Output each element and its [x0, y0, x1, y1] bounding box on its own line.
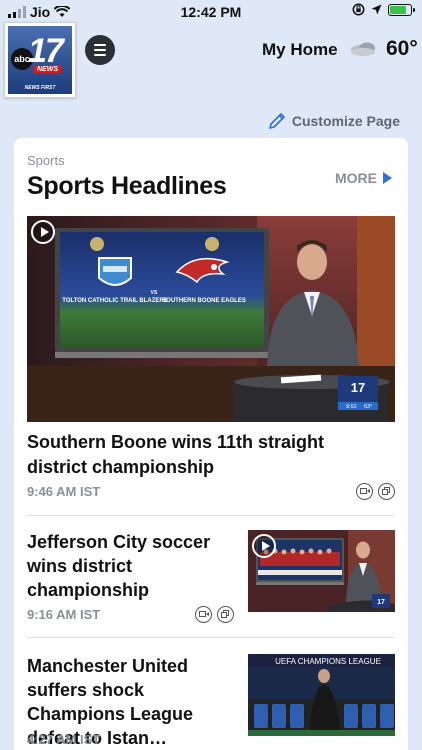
battery-icon	[388, 3, 415, 16]
orientation-lock-icon	[352, 3, 365, 16]
status-right	[352, 3, 415, 16]
team-left-label: TOLTON CATHOLIC TRAIL BLAZERS	[62, 298, 167, 304]
logo-art: abc 17 NEWS NEWS FIRST	[8, 26, 72, 94]
story-item[interactable]: Jefferson City soccer wins district cham…	[27, 530, 395, 630]
more-button[interactable]: MORE	[335, 170, 392, 186]
hero-media-icons	[356, 483, 395, 500]
play-icon[interactable]	[31, 220, 55, 244]
customize-page-button[interactable]: Customize Page	[268, 112, 400, 130]
champions-league-image: UEFA CHAMPIONS LEAGUE	[248, 654, 395, 736]
customize-label: Customize Page	[291, 113, 400, 129]
play-icon[interactable]	[252, 534, 276, 558]
cloudy-icon[interactable]	[348, 40, 378, 58]
hamburger-icon-line	[94, 54, 106, 56]
pencil-icon	[269, 113, 285, 129]
logo-tagline: NEWS FIRST	[24, 85, 56, 91]
video-icon	[356, 483, 373, 500]
gallery-icon	[217, 606, 234, 623]
story-headline[interactable]: Jefferson City soccer wins district cham…	[27, 530, 227, 602]
story-timestamp: 9:16 AM IST	[27, 607, 101, 622]
story-thumbnail[interactable]: 17	[248, 530, 395, 612]
more-label: MORE	[335, 170, 377, 186]
story-item[interactable]: Manchester United suffers shock Champion…	[27, 654, 395, 750]
section-title: Sports Headlines	[27, 172, 227, 200]
menu-button[interactable]	[85, 35, 115, 65]
video-icon	[195, 606, 212, 623]
status-bar: Jio 12:42 PM	[0, 0, 422, 24]
story-thumbnail[interactable]: UEFA CHAMPIONS LEAGUE	[248, 654, 395, 736]
play-arrow-icon	[383, 172, 392, 184]
svg-text:17: 17	[377, 599, 385, 606]
bug-temp: 63°	[364, 404, 372, 410]
divider	[27, 515, 395, 516]
location-label[interactable]: My Home	[262, 40, 338, 60]
section-kicker: Sports	[27, 153, 65, 168]
versus-label: VS	[151, 290, 158, 296]
hamburger-icon-line	[94, 49, 106, 51]
hero-story-image[interactable]: TOLTON CATHOLIC TRAIL BLAZERS VS SOUTHER…	[27, 216, 395, 422]
hamburger-icon-line	[94, 44, 106, 46]
temperature[interactable]: 60°	[386, 37, 418, 61]
story-timestamp: 4:27 AM IST	[27, 732, 101, 747]
thumb-caption: UEFA CHAMPIONS LEAGUE	[275, 657, 381, 666]
battery-level	[390, 5, 407, 14]
hero-headline[interactable]: Southern Boone wins 11th straight distri…	[27, 430, 387, 480]
bug-time: 9:52	[346, 404, 357, 410]
station-logo[interactable]: abc 17 NEWS NEWS FIRST	[4, 22, 76, 98]
divider	[27, 637, 395, 638]
story-media-icons	[195, 606, 234, 623]
logo-news: NEWS	[34, 66, 61, 73]
team-right-label: SOUTHERN BOONE EAGLES	[162, 298, 246, 304]
svg-text:17: 17	[351, 380, 365, 395]
news-studio-image: TOLTON CATHOLIC TRAIL BLAZERS VS SOUTHER…	[27, 216, 395, 422]
sports-card: Sports Sports Headlines MORE TOLTON CATH…	[14, 138, 408, 750]
gallery-icon	[378, 483, 395, 500]
location-arrow-icon	[371, 4, 382, 15]
hero-timestamp: 9:46 AM IST	[27, 484, 101, 499]
